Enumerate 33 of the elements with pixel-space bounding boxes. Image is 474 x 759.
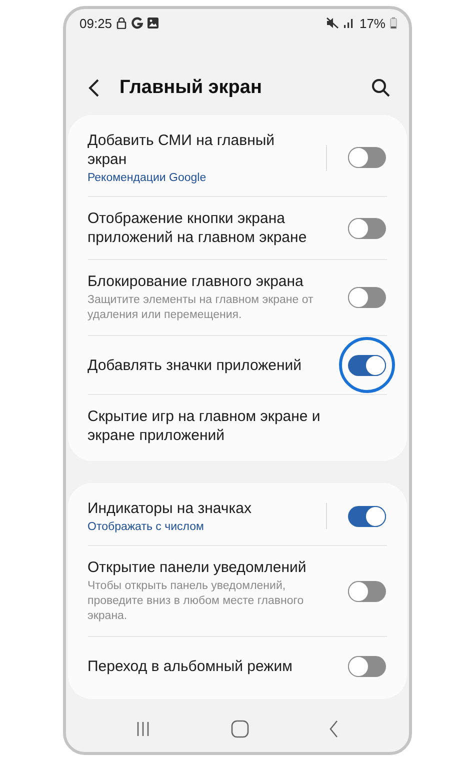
setting-summary: Отображать с числом xyxy=(88,521,205,533)
image-icon xyxy=(147,17,160,29)
setting-title[interactable]: Отображение кнопки экрана приложений на главном экране xyxy=(88,209,326,247)
toggle-switch[interactable] xyxy=(348,287,386,308)
back-nav-icon[interactable] xyxy=(328,720,339,738)
setting-title[interactable]: Блокирование главного экрана xyxy=(88,272,326,291)
home-icon[interactable] xyxy=(230,720,249,738)
battery-icon xyxy=(390,17,396,29)
setting-title[interactable]: Добавлять значки приложений xyxy=(88,356,326,374)
toggle-switch[interactable] xyxy=(348,580,386,602)
setting-summary: Рекомендации Google xyxy=(88,172,208,184)
battery-percent: 17% xyxy=(359,16,386,30)
g-logo-icon xyxy=(131,17,144,29)
setting-description: Чтобы открыть панель уведомлений, проведите вниз в любом месте главного экрана. xyxy=(88,579,305,624)
lock-icon xyxy=(116,17,128,29)
search-icon[interactable] xyxy=(370,78,390,98)
screen-title: Главный экран xyxy=(120,77,262,99)
setting-description: Защитите элементы на главном экране от удаления или перемещения. xyxy=(88,293,314,323)
setting-title[interactable]: Открытие панели уведомлений xyxy=(88,558,326,577)
toggle-switch[interactable] xyxy=(348,506,386,526)
recent-apps-icon[interactable] xyxy=(135,721,152,737)
mute-icon xyxy=(326,17,340,29)
setting-title[interactable]: Скрытие игр на главном экране и экране приложений xyxy=(88,407,326,445)
toggle-switch[interactable] xyxy=(348,656,386,676)
status-time: 09:25 xyxy=(80,16,112,30)
toggle-switch[interactable] xyxy=(348,147,386,168)
setting-title[interactable]: Добавить СМИ на главный экран xyxy=(88,131,308,169)
signal-icon xyxy=(343,18,356,28)
setting-title[interactable]: Переход в альбомный режим xyxy=(88,656,326,676)
toggle-switch[interactable] xyxy=(348,218,386,238)
back-icon[interactable] xyxy=(88,78,100,98)
toggle-switch[interactable] xyxy=(348,354,386,376)
setting-title[interactable]: Индикаторы на значках xyxy=(88,499,308,518)
